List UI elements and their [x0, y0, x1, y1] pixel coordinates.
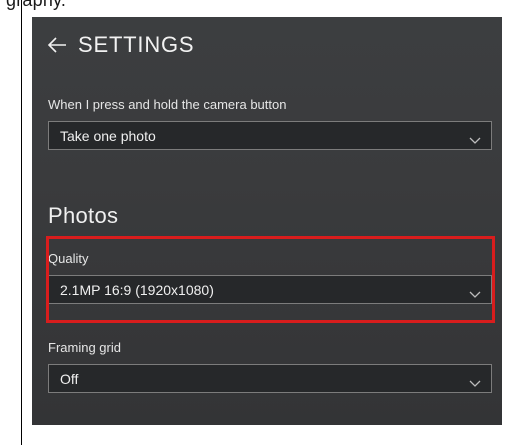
settings-header: SETTINGS	[46, 32, 194, 58]
camera-button-label: When I press and hold the camera button	[48, 97, 287, 112]
document-border	[21, 0, 22, 445]
photos-section-title: Photos	[48, 203, 119, 228]
camera-button-dropdown[interactable]: Take one photo	[48, 121, 492, 150]
chevron-down-icon	[469, 375, 481, 387]
settings-panel: SETTINGS When I press and hold the camer…	[32, 17, 502, 425]
framing-grid-dropdown[interactable]: Off	[48, 364, 492, 393]
framing-grid-value: Off	[60, 370, 79, 387]
camera-button-value: Take one photo	[60, 127, 156, 144]
cropped-document-text: graphy.	[0, 0, 520, 14]
cropped-text: graphy.	[6, 0, 67, 10]
page-title: SETTINGS	[78, 32, 195, 57]
framing-grid-label: Framing grid	[48, 340, 121, 355]
chevron-down-icon	[469, 132, 481, 144]
back-arrow-icon[interactable]	[46, 34, 68, 56]
quality-highlight-box	[46, 236, 495, 323]
